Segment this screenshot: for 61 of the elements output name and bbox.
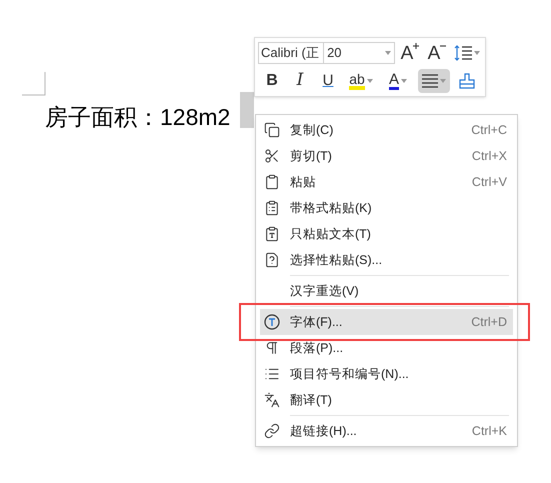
- shortcut-label: Ctrl+K: [472, 422, 507, 440]
- line-spacing-icon: [454, 45, 472, 61]
- menu-item-label: 剪切(T): [290, 148, 333, 165]
- underline-button[interactable]: U: [316, 69, 340, 93]
- menu-item-label: 带格式粘贴(K): [290, 200, 373, 217]
- menu-item[interactable]: 剪切(T) Ctrl+X: [260, 143, 513, 169]
- menu-item-label: 翻译(T): [290, 392, 333, 409]
- plus-icon: [413, 43, 420, 49]
- clipboard-icon: [264, 174, 280, 190]
- font-icon: [264, 314, 280, 330]
- caret-icon: [440, 79, 446, 83]
- clipboard-text-icon: [264, 226, 280, 242]
- menu-item-label: 粘贴: [290, 174, 317, 191]
- paragraph-icon: [264, 340, 280, 356]
- menu-item-label: 段落(P)...: [290, 340, 344, 357]
- menu-item-label: 字体(F)...: [290, 314, 344, 331]
- menu-item[interactable]: 复制(C) Ctrl+C: [260, 117, 513, 143]
- menu-item-label: 选择性粘贴(S)...: [290, 252, 384, 269]
- translate-icon: [264, 392, 280, 408]
- font-size-field[interactable]: 20: [324, 42, 395, 64]
- shortcut-label: Ctrl+V: [472, 174, 507, 191]
- caret-icon: [401, 79, 407, 83]
- page-corner-mark: [22, 72, 46, 96]
- menu-item[interactable]: 带格式粘贴(K): [260, 195, 513, 221]
- font-color-button[interactable]: A: [382, 69, 414, 93]
- menu-item[interactable]: 只粘贴文本(T): [260, 221, 513, 247]
- minus-icon: [440, 43, 446, 49]
- link-icon: [264, 423, 280, 439]
- italic-button[interactable]: I: [288, 69, 312, 93]
- stamp-icon: [459, 73, 475, 89]
- document-text: 房子面积：128m2: [45, 103, 230, 132]
- grow-font-button[interactable]: A: [398, 41, 422, 65]
- align-icon: [422, 74, 438, 88]
- clipboard-list-icon: [264, 200, 280, 216]
- menu-item[interactable]: 翻译(T): [260, 387, 513, 413]
- menu-item-label: 复制(C): [290, 122, 334, 139]
- menu-item[interactable]: 汉字重选(V): [260, 278, 513, 304]
- clipboard-question-icon: [264, 252, 280, 268]
- menu-item[interactable]: 选择性粘贴(S)...: [260, 247, 513, 273]
- shortcut-label: Ctrl+X: [472, 148, 507, 165]
- highlight-button[interactable]: ab: [344, 69, 378, 93]
- align-button[interactable]: [418, 69, 450, 93]
- caret-icon: [385, 51, 391, 55]
- shortcut-label: Ctrl+D: [471, 314, 507, 331]
- menu-item-label: 超链接(H)...: [290, 422, 358, 440]
- menu-item[interactable]: 字体(F)... Ctrl+D: [260, 309, 513, 335]
- caret-icon: [474, 51, 480, 55]
- menu-item-label: 项目符号和编号(N)...: [290, 366, 410, 383]
- scissors-icon: [264, 148, 280, 164]
- menu-item[interactable]: 超链接(H)... Ctrl+K: [260, 418, 513, 444]
- font-name-field[interactable]: Calibri (正: [258, 42, 324, 64]
- menu-item-label: 汉字重选(V): [290, 282, 360, 300]
- menu-item[interactable]: 粘贴 Ctrl+V: [260, 169, 513, 195]
- shrink-font-button[interactable]: A: [425, 41, 449, 65]
- caret-icon: [366, 79, 373, 83]
- menu-item-label: 只粘贴文本(T): [290, 226, 372, 243]
- shortcut-label: Ctrl+C: [471, 122, 507, 139]
- menu-item[interactable]: 项目符号和编号(N)...: [260, 361, 513, 387]
- copy-icon: [264, 122, 280, 138]
- menu-item[interactable]: 段落(P)...: [260, 335, 513, 361]
- bold-button[interactable]: B: [260, 69, 284, 93]
